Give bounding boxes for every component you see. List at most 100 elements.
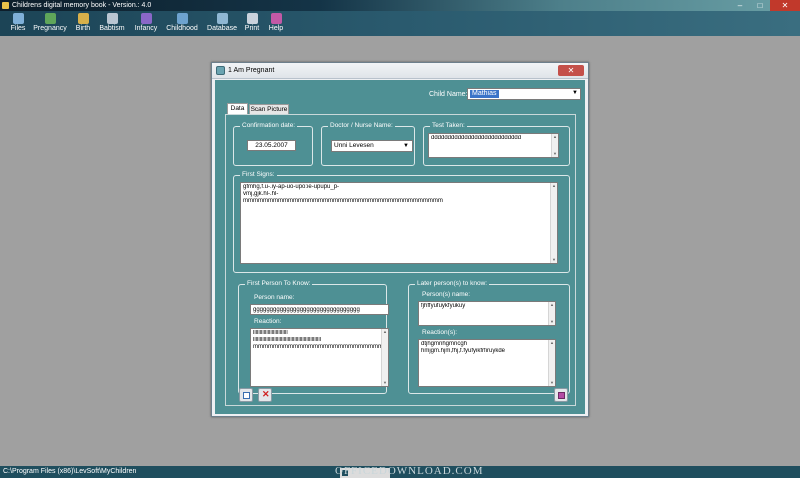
memo-line: mmmmmmmmmmmmmmmmmmmmmmmmmmmmmmmmmmmmmmmm (243, 198, 443, 204)
first-signs-label: First Signs: (240, 171, 277, 179)
infancy-icon (140, 13, 152, 24)
scrollbar[interactable]: ▲ ▼ (381, 329, 388, 386)
scrollbar[interactable]: ▲ ▼ (548, 340, 555, 386)
help-icon (270, 13, 282, 24)
test-taken-group: Test Taken: ddddddddddddddddddddddddddd … (423, 122, 570, 166)
test-taken-field[interactable]: ddddddddddddddddddddddddddd ▲ ▼ (428, 133, 559, 158)
database-icon (216, 13, 228, 24)
menu-childhood[interactable]: Childhood (163, 12, 201, 35)
menu-label: Help (268, 25, 284, 32)
app-title-bar: Childrens digital memory book - Version.… (0, 0, 800, 11)
delete-icon: ✕ (262, 389, 270, 399)
status-path: C:\Program Files (x86)\LevSoft\MyChildre… (3, 468, 137, 475)
persons-name-text: fjhffyufuykfyukuy (421, 303, 553, 310)
dialog-title-bar[interactable]: 1 Am Pregnant ✕ (212, 63, 588, 79)
chevron-down-icon: ▼ (403, 143, 409, 149)
menu-pregnancy[interactable]: Pregnancy (30, 12, 70, 35)
child-name-select[interactable]: Mathias ▼ (467, 88, 581, 100)
confirmation-date-group: Confirmation date: 23.05.2007 (233, 122, 313, 166)
later-persons-label: Later person(s) to know: (415, 280, 490, 288)
first-signs-group: First Signs: gfmhg,f.u-.iy-ap-uo-upo:ie-… (233, 171, 570, 273)
memo-line: hmjgm.hjm,fhj,f.fyufyikfrfiruykde (421, 348, 506, 354)
child-name-value: Mathias (470, 90, 499, 98)
window-controls: – □ ✕ (730, 0, 800, 11)
test-taken-label: Test Taken: (430, 122, 467, 130)
childhood-icon (176, 13, 188, 24)
chevron-down-icon: ▼ (572, 90, 578, 96)
menu-database[interactable]: Database (205, 12, 239, 35)
reaction-text: llllllllllllllllllllllllll llllllllllllll… (253, 330, 386, 351)
scrollbar[interactable]: ▲ ▼ (551, 134, 558, 157)
dialog-title: 1 Am Pregnant (228, 67, 275, 74)
menu-infancy[interactable]: Infancy (131, 12, 161, 35)
first-signs-text: gfmhg,f.u-.iy-ap-uo-upo:ie-upupu_p-vmj,g… (243, 184, 555, 205)
persons-name-field[interactable]: fjhffyufuykfyukuy ▲ ▼ (418, 301, 556, 326)
person-name-label: Person name: (254, 294, 295, 301)
dialog-close-button[interactable]: ✕ (558, 65, 584, 76)
reaction-field[interactable]: llllllllllllllllllllllllll llllllllllllll… (250, 328, 389, 387)
menu-babtism[interactable]: Babtism (95, 12, 129, 35)
app-logo-icon (2, 2, 9, 9)
first-signs-field[interactable]: gfmhg,f.u-.iy-ap-uo-upo:ie-upupu_p-vmj,g… (240, 182, 558, 264)
scrollbar[interactable]: ▲ ▼ (550, 183, 557, 263)
menu-help[interactable]: Help (266, 12, 286, 35)
reactions-field[interactable]: dtjhgmnhgmncgh hmjgm.hjm,fhj,f.fyufyikfrf… (418, 339, 556, 387)
main-toolbar: Files Pregnancy Birth Babtism Infancy Childho… (0, 11, 800, 36)
pregnancy-icon (44, 13, 56, 24)
menu-label: Birth (75, 25, 91, 32)
first-person-group: First Person To Know: Person name: ggggg… (238, 280, 389, 394)
dialog-app-icon (216, 66, 225, 75)
doctor-nurse-value: Unni Levesen (334, 142, 374, 149)
doctor-nurse-label: Doctor / Nurse Name: (328, 122, 395, 130)
new-document-icon (243, 392, 250, 399)
reaction-label: Reaction: (254, 318, 282, 325)
menu-label: Database (207, 25, 237, 32)
app-title: Childrens digital memory book - Version.… (12, 2, 152, 9)
menu-label: Infancy (134, 25, 158, 32)
delete-record-button[interactable]: ✕ (258, 388, 272, 402)
watermark: OFFICEDOWNLOAD.COM (335, 465, 484, 477)
confirmation-date-field[interactable]: 23.05.2007 (247, 140, 296, 151)
first-person-label: First Person To Know: (245, 280, 313, 288)
reactions-text: dtjhgmnhgmncgh hmjgm.hjm,fhj,f.fyufyikfrf… (421, 341, 553, 355)
menu-label: Files (10, 25, 26, 32)
babtism-icon (106, 13, 118, 24)
data-tab-panel: Confirmation date: 23.05.2007 Doctor / N… (225, 114, 576, 406)
close-button[interactable]: ✕ (770, 0, 800, 11)
new-record-button[interactable] (239, 388, 253, 402)
reactions-label: Reaction(s): (422, 329, 458, 336)
menu-label: Childhood (166, 25, 198, 32)
birth-icon (77, 13, 89, 24)
print-icon (246, 13, 258, 24)
menu-label: Pregnancy (33, 25, 67, 32)
memo-line: llllllllllllllllllllllllllllllllllllllll… (253, 337, 321, 343)
menu-files[interactable]: Files (8, 12, 28, 35)
i-am-pregnant-dialog: 1 Am Pregnant ✕ Child Name: Mathias ▼ Da… (211, 62, 589, 417)
menu-label: Babtism (99, 25, 125, 32)
confirmation-date-label: Confirmation date: (240, 122, 298, 130)
doctor-nurse-select[interactable]: Unni Levesen ▼ (331, 140, 413, 152)
memo-line: mmmmmmmmmmmmmmmmmmmmmmmmmmmm (253, 344, 386, 350)
files-icon (12, 13, 24, 24)
person-name-field[interactable]: gggggggggggggggggggggggggggggggg (250, 304, 389, 315)
minimize-button[interactable]: – (730, 0, 750, 11)
save-book-button[interactable] (554, 388, 568, 402)
memo-line: llllllllllllllllllllllllll (253, 330, 288, 336)
doctor-nurse-group: Doctor / Nurse Name: Unni Levesen ▼ (321, 122, 415, 166)
child-name-label: Child Name: (429, 91, 468, 98)
menu-birth[interactable]: Birth (72, 12, 94, 35)
book-icon (558, 392, 565, 399)
menu-print[interactable]: Print (242, 12, 262, 35)
scrollbar[interactable]: ▲ ▼ (548, 302, 555, 325)
memo-line: gfmhg,f.u-.iy-ap-uo-upo:ie-upupu_p- (243, 184, 340, 190)
maximize-button[interactable]: □ (750, 0, 770, 11)
tab-scan-picture[interactable]: Scan Picture (249, 104, 289, 114)
memo-line: fjhffyufuykfyukuy (421, 303, 466, 309)
tab-data[interactable]: Data (227, 103, 248, 114)
later-persons-group: Later person(s) to know: Person(s) name:… (408, 280, 570, 394)
test-taken-text: ddddddddddddddddddddddddddd (431, 135, 522, 141)
persons-name-label: Person(s) name: (422, 291, 471, 298)
memo-line: dtjhgmnhgmncgh (421, 341, 468, 347)
menu-label: Print (244, 25, 260, 32)
dialog-body: Child Name: Mathias ▼ Data Scan Picture … (215, 80, 585, 414)
